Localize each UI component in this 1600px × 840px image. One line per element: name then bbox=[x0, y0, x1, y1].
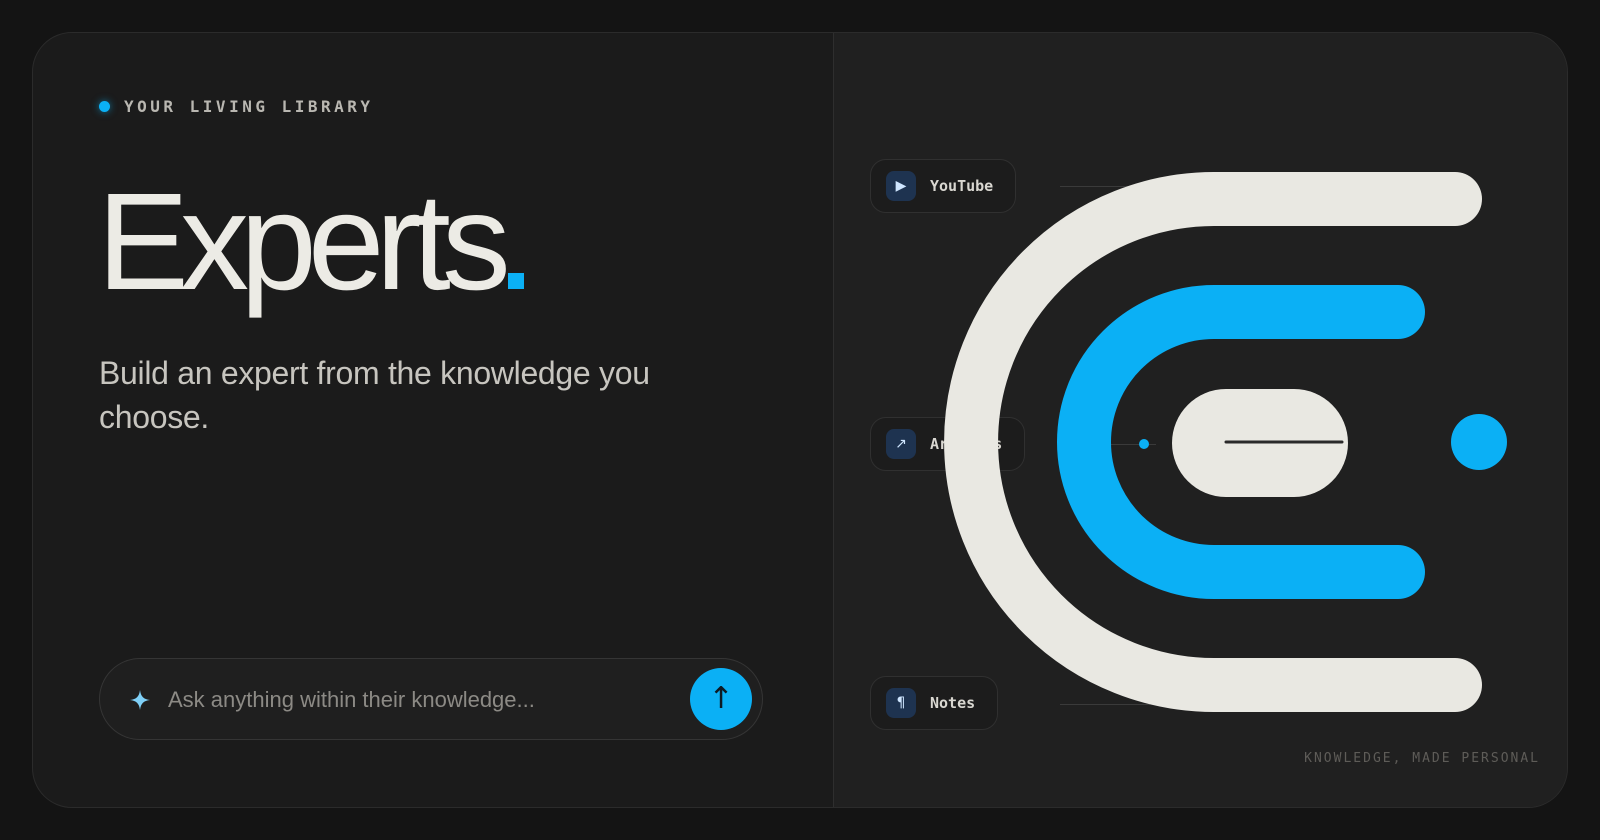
tagline: KNOWLEDGE, MADE PERSONAL bbox=[1304, 751, 1540, 766]
page-title-text: Experts bbox=[97, 165, 511, 319]
search-input[interactable] bbox=[166, 679, 680, 721]
page-subtitle: Build an expert from the knowledge you c… bbox=[99, 355, 650, 435]
send-button[interactable]: ↑ bbox=[690, 668, 752, 730]
search-bar: ↑ bbox=[99, 658, 763, 740]
logo-accent-dot bbox=[1451, 414, 1507, 470]
eyebrow: YOUR LIVING LIBRARY bbox=[99, 97, 374, 116]
sparkle-icon bbox=[130, 690, 150, 710]
status-dot-icon bbox=[99, 101, 110, 112]
eyebrow-label: YOUR LIVING LIBRARY bbox=[124, 97, 374, 116]
arrow-up-icon: ↑ bbox=[708, 681, 734, 716]
hero-panel: YOUR LIVING LIBRARY Experts Build an exp… bbox=[33, 33, 833, 807]
illustration-panel: ▶ YouTube ↗ Articles ¶ Notes KNOWLEDGE, … bbox=[833, 33, 1567, 807]
hero-card: YOUR LIVING LIBRARY Experts Build an exp… bbox=[32, 32, 1568, 808]
page-title: Experts bbox=[97, 173, 524, 311]
logo-node-dot bbox=[1139, 439, 1149, 449]
title-accent-dot bbox=[507, 273, 524, 289]
brand-logo-icon bbox=[944, 172, 1507, 712]
